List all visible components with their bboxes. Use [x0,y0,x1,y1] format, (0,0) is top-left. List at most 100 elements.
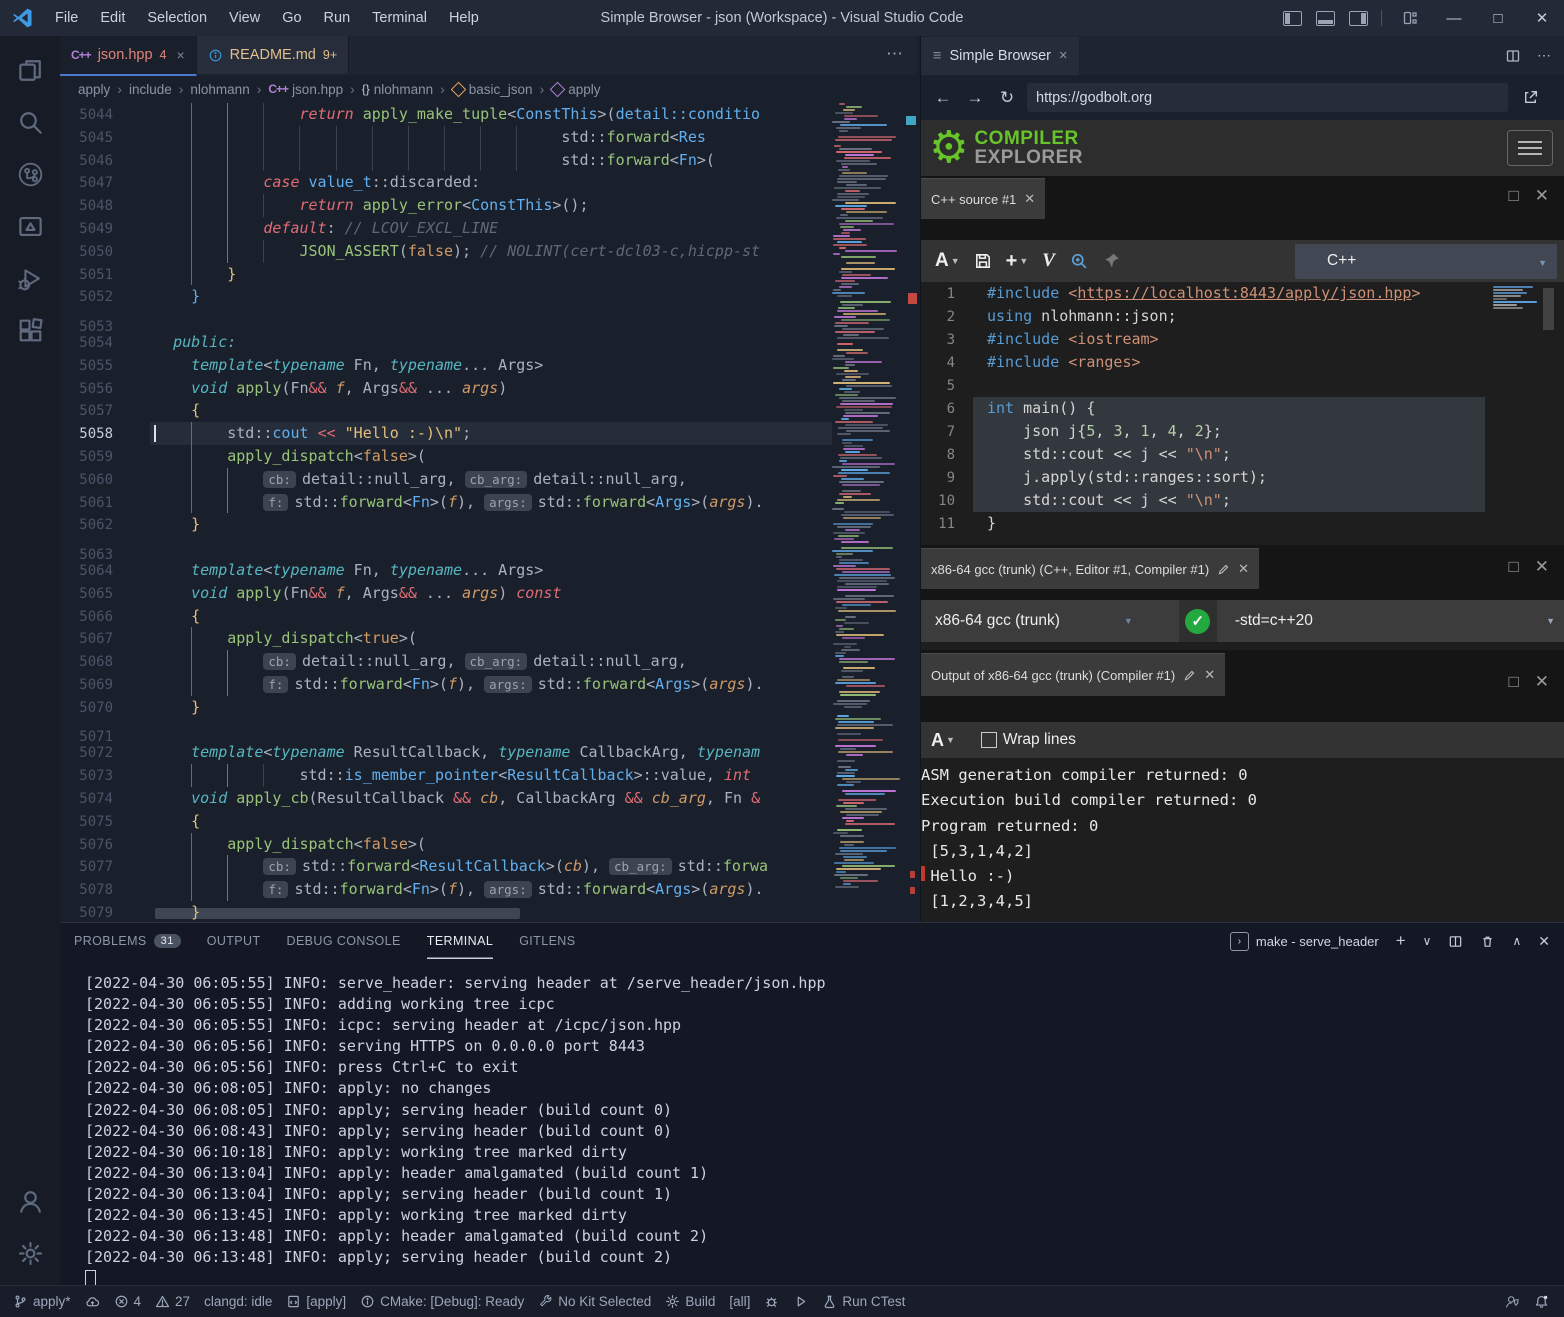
code-line[interactable]: 5060 cb:detail::null_arg, cb_arg:detail:… [60,468,832,491]
breadcrumb[interactable]: apply›include›nlohmann›C++json.hpp›{}nlo… [60,75,917,103]
close-icon[interactable]: × [176,47,184,63]
status-feedback[interactable] [1498,1294,1527,1309]
editor-actions-more-icon[interactable]: ⋯ [872,36,917,75]
breadcrumb-item-include[interactable]: include [129,82,172,97]
code-line[interactable]: 5 [921,374,1564,397]
status-run-ctest[interactable]: Run CTest [815,1294,912,1309]
code-line[interactable]: 5057 { [60,399,832,422]
vim-mode-icon[interactable]: V [1042,250,1055,272]
split-terminal-icon[interactable] [1448,934,1463,949]
close-icon[interactable]: × [1059,48,1067,64]
menu-help[interactable]: Help [438,10,490,26]
code-line[interactable]: 5045 std::forward<Res [60,126,832,149]
panel-tab-output[interactable]: OUTPUT [207,923,261,959]
code-line[interactable]: 5058 std::cout << "Hello :-)\n"; [60,422,832,445]
open-external-icon[interactable] [1522,89,1539,106]
maximize-pane-icon[interactable]: □ [1508,557,1518,577]
code-line[interactable]: 5078 f:std::forward<Fn>(f), args:std::fo… [60,878,832,901]
code-line[interactable]: 2using nlohmann::json; [921,305,1564,328]
tab-compiler[interactable]: x86-64 gcc (trunk) (C++, Editor #1, Comp… [921,548,1259,589]
code-line[interactable]: 5076 apply_dispatch<false>( [60,833,832,856]
breadcrumb-item-basic_json[interactable]: basic_json [452,82,533,97]
maximize-panel-icon[interactable]: ∧ [1512,934,1521,948]
toggle-secondary-sidebar-icon[interactable] [1349,11,1368,26]
close-pane-icon[interactable]: ✕ [1535,557,1549,577]
code-line[interactable]: 5073 std::is_member_pointer<ResultCallba… [60,764,832,787]
code-line[interactable]: 5071 [60,719,832,742]
editor-scrollbar[interactable] [1543,288,1554,330]
font-size-icon[interactable]: A▼ [931,730,955,751]
panel-tab-gitlens[interactable]: GITLENS [519,923,575,959]
code-line[interactable]: 5050 JSON_ASSERT(false); // NOLINT(cert-… [60,240,832,263]
back-icon[interactable]: ← [927,88,959,108]
code-line[interactable]: 5070 } [60,696,832,719]
menu-go[interactable]: Go [271,10,312,26]
edit-title-icon[interactable] [1183,669,1196,682]
code-line[interactable]: 11} [921,512,1564,535]
status--all-[interactable]: [all] [722,1294,757,1309]
kill-terminal-icon[interactable] [1480,934,1495,949]
code-line[interactable]: 8 std::cout << j << "\n"; [921,443,1564,466]
panel-tab-debug-console[interactable]: DEBUG CONSOLE [287,923,401,959]
menu-run[interactable]: Run [313,10,362,26]
split-editor-icon[interactable] [1505,48,1521,64]
code-line[interactable]: 9 j.apply(std::ranges::sort); [921,466,1564,489]
close-icon[interactable]: ✕ [1238,561,1249,577]
sidebar-item-search-icon[interactable] [6,96,54,148]
code-line[interactable]: 5053 [60,308,832,331]
code-line[interactable]: 5072 template<typename ResultCallback, t… [60,741,832,764]
code-line[interactable]: 5069 f:std::forward<Fn>(f), args:std::fo… [60,673,832,696]
status-clangd-idle[interactable]: clangd: idle [197,1294,279,1309]
compiler-select[interactable]: x86-64 gcc (trunk) [935,612,1060,630]
code-line[interactable]: 5054 public: [60,331,832,354]
breadcrumb-item-json.hpp[interactable]: C++json.hpp [268,82,343,97]
code-line[interactable]: 5067 apply_dispatch<true>( [60,627,832,650]
url-input[interactable]: https://godbolt.org [1027,83,1508,112]
terminal-instance[interactable]: › make - serve_header [1230,932,1379,951]
code-line[interactable]: 1#include <https://localhost:8443/apply/… [921,282,1564,305]
tab-output[interactable]: Output of x86-64 gcc (trunk) (Compiler #… [921,653,1225,696]
close-icon[interactable]: ✕ [1024,191,1035,207]
chevron-down-icon[interactable]: ▼ [1124,616,1133,626]
menu-edit[interactable]: Edit [89,10,136,26]
horizontal-scrollbar[interactable] [155,908,520,919]
code-line[interactable]: 5055 template<typename Fn, typename... A… [60,354,832,377]
code-line[interactable]: 5059 apply_dispatch<false>( [60,445,832,468]
status-cmake-debug-ready[interactable]: CMake: [Debug]: Ready [353,1294,531,1309]
code-line[interactable]: 5046 std::forward<Fn>( [60,149,832,172]
maximize-pane-icon[interactable]: □ [1508,672,1518,692]
breadcrumb-item-apply[interactable]: apply [551,82,600,97]
code-line[interactable]: 5049 default: // LCOV_EXCL_LINE [60,217,832,240]
customize-layout-icon[interactable] [1388,0,1432,36]
settings-gear-icon[interactable] [6,1227,54,1279]
forward-icon[interactable]: → [959,88,991,108]
code-line[interactable]: 5066 { [60,605,832,628]
code-line[interactable]: 5074 void apply_cb(ResultCallback && cb,… [60,787,832,810]
edit-title-icon[interactable] [1217,563,1230,576]
close-pane-icon[interactable]: ✕ [1535,186,1549,206]
menu-view[interactable]: View [218,10,271,26]
add-pane-icon[interactable]: +▼ [1006,250,1029,273]
status-bell[interactable] [1527,1294,1556,1309]
account-icon[interactable] [6,1175,54,1227]
chevron-down-icon[interactable]: ∨ [1423,934,1432,948]
menu-file[interactable]: File [44,10,89,26]
status-cloud-sync[interactable] [78,1294,107,1309]
terminal-output[interactable]: [2022-04-30 06:05:55] INFO: serve_header… [85,973,826,1268]
code-line[interactable]: 10 std::cout << j << "\n"; [921,489,1564,512]
status-apply-[interactable]: apply* [6,1294,78,1309]
breadcrumb-item-nlohmann[interactable]: nlohmann [190,82,249,97]
status--apply-[interactable]: [apply] [279,1294,353,1309]
status-bug[interactable] [757,1294,786,1309]
search-icon[interactable] [1069,251,1089,271]
code-line[interactable]: 7 json j{5, 3, 1, 4, 2}; [921,420,1564,443]
breadcrumb-item-apply[interactable]: apply [78,82,110,97]
reload-icon[interactable]: ↻ [991,88,1023,108]
hamburger-menu-icon[interactable] [1507,130,1553,166]
code-line[interactable]: 5063 [60,536,832,559]
minimize-button[interactable]: — [1432,0,1476,36]
code-line[interactable]: 5075 { [60,810,832,833]
code-line[interactable]: 5068 cb:detail::null_arg, cb_arg:detail:… [60,650,832,673]
compiler-options-input[interactable]: -std=c++20 [1235,612,1313,630]
menu-selection[interactable]: Selection [136,10,218,26]
